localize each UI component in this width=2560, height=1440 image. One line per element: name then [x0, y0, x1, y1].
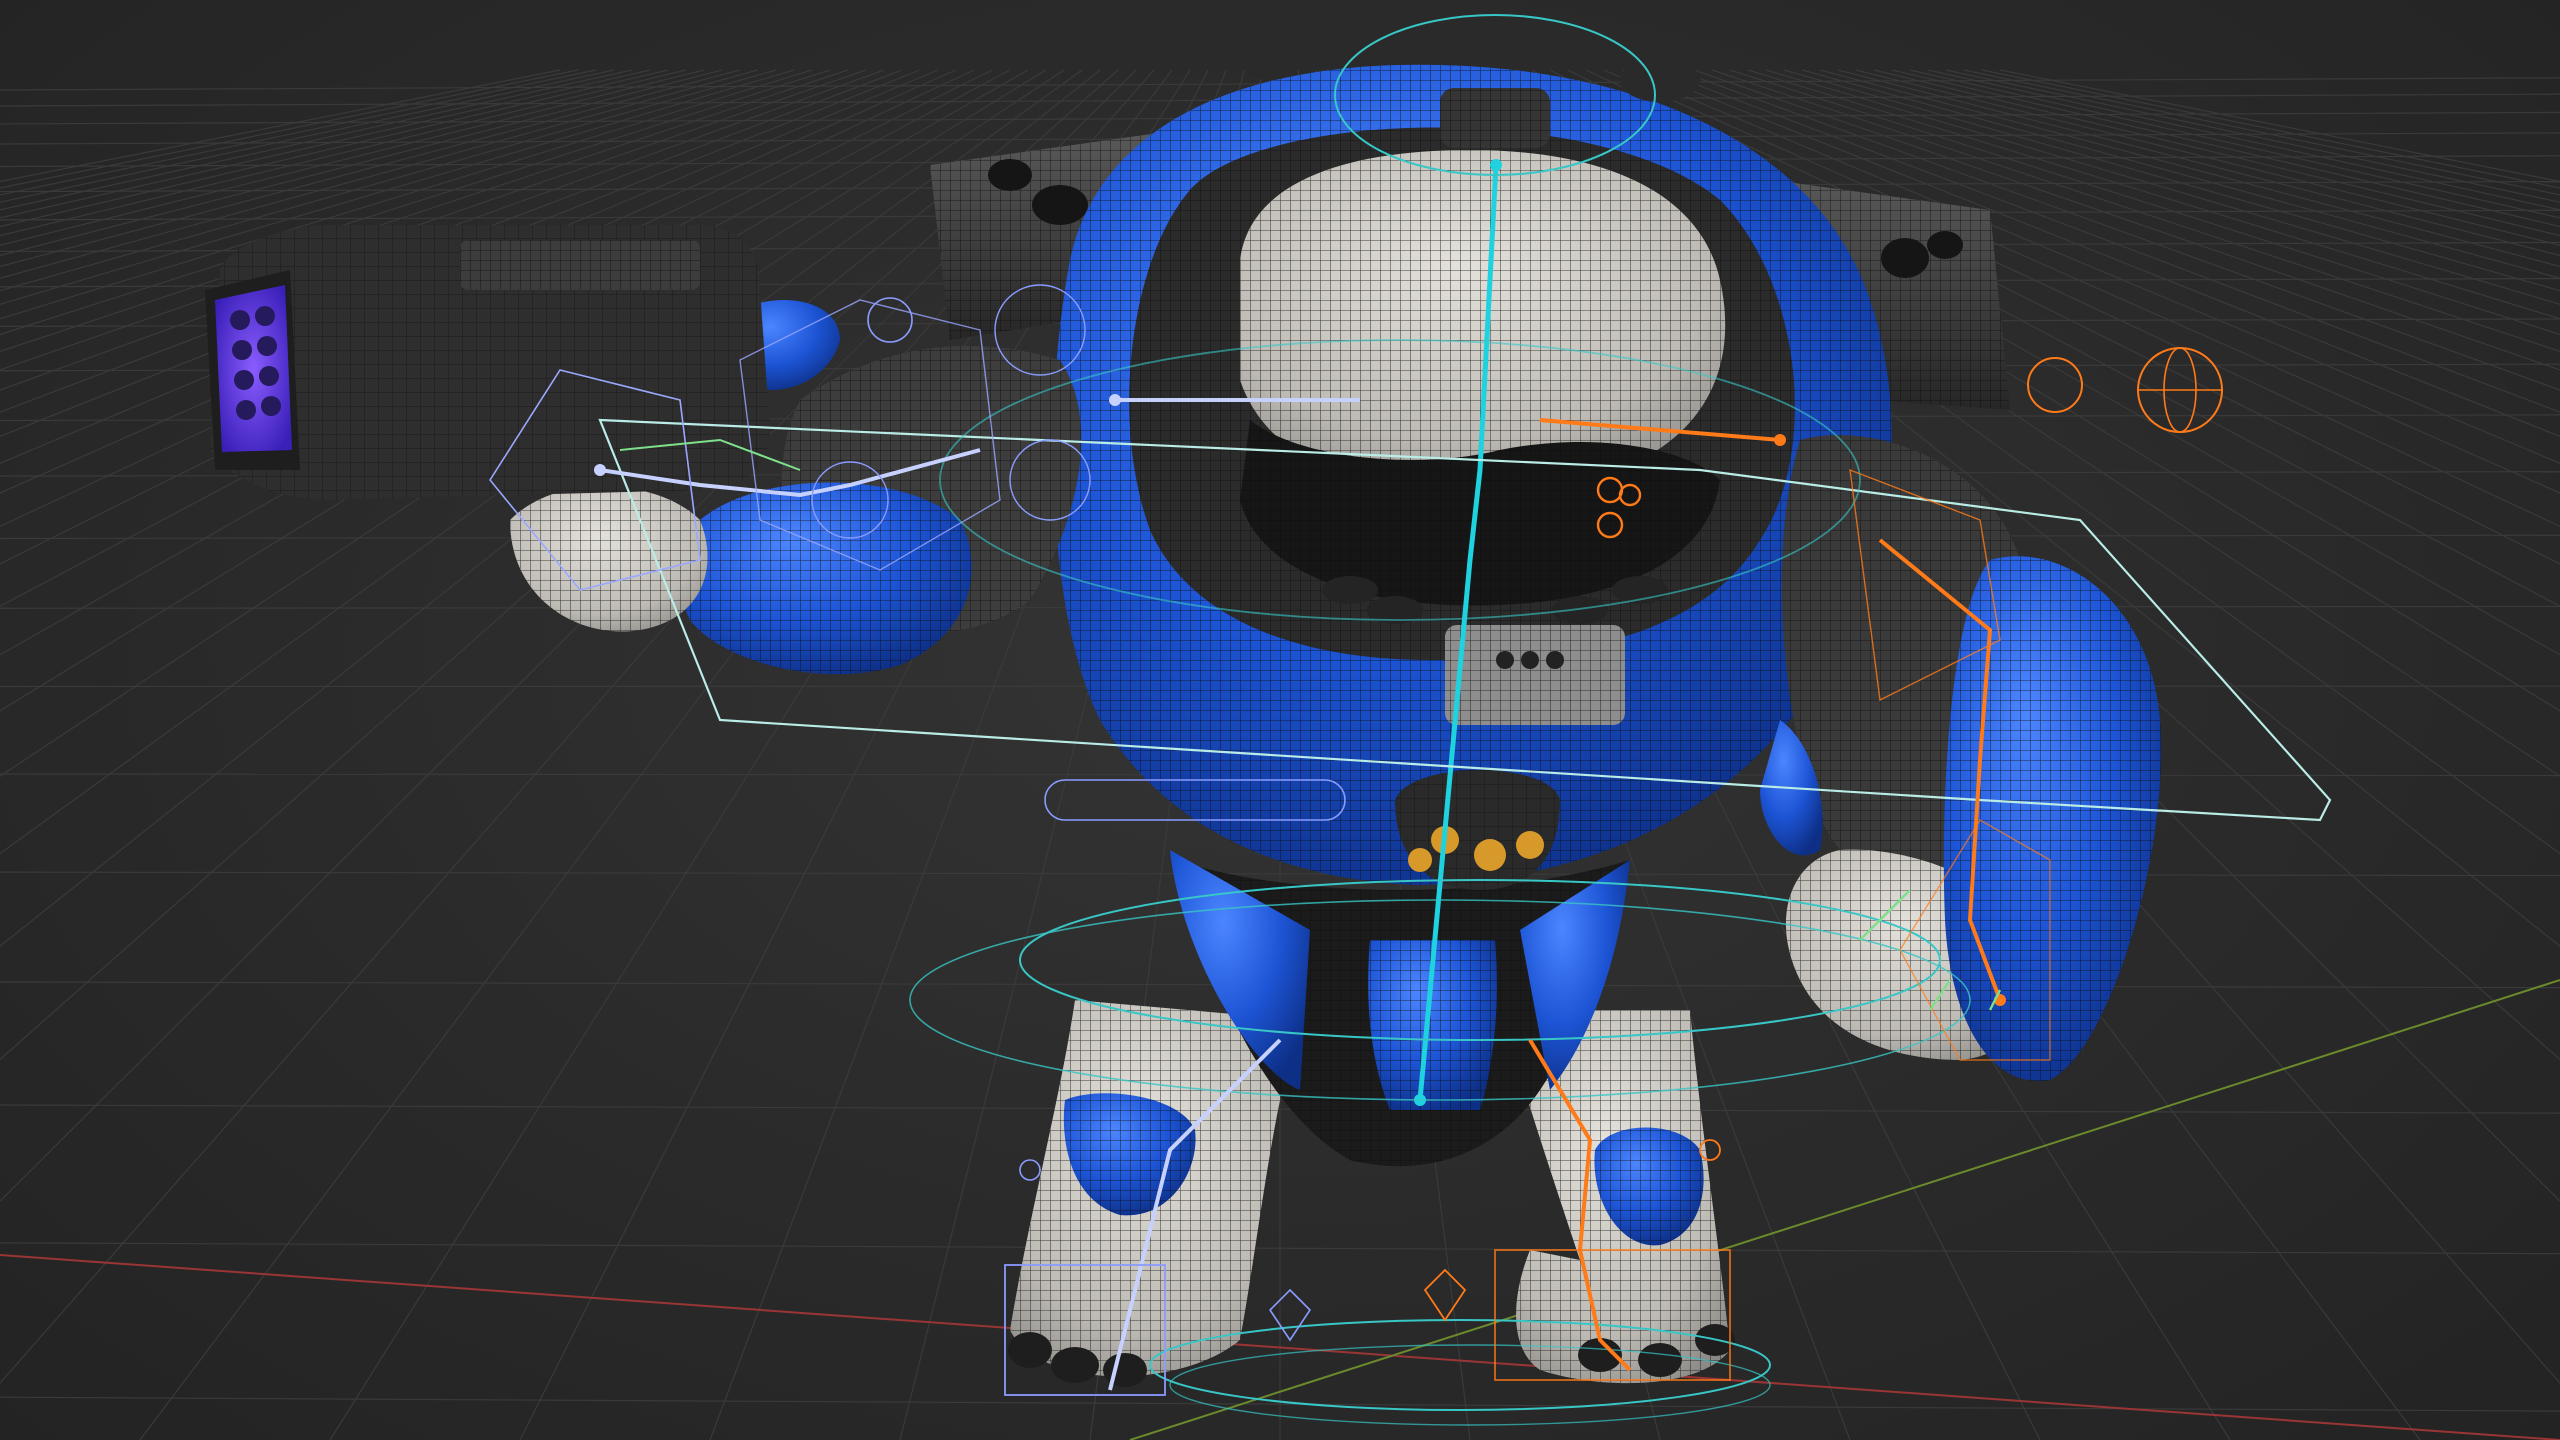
3d-viewport[interactable]: [0, 0, 2560, 1440]
viewport-canvas[interactable]: [0, 0, 2560, 1440]
arm-right: [1760, 435, 2162, 1081]
robot-character-model[interactable]: [205, 40, 2162, 1387]
blaster-gun: [205, 225, 770, 500]
